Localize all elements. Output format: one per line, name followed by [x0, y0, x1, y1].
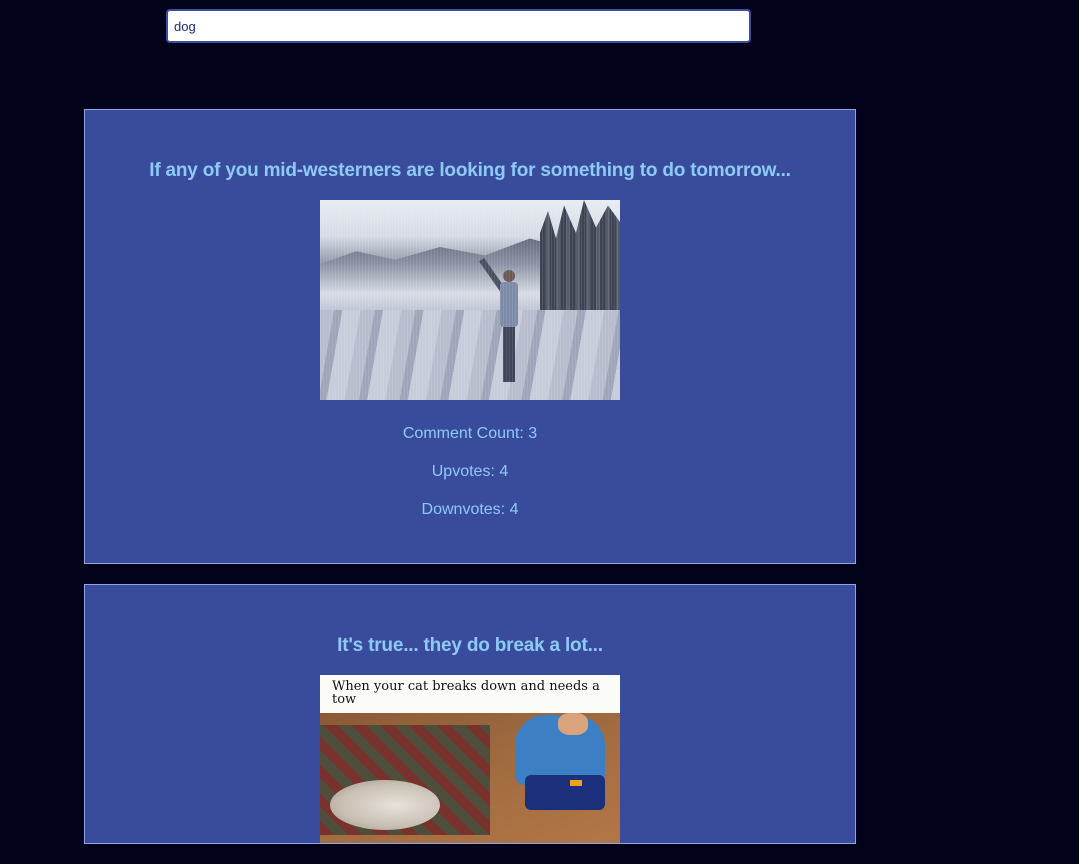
post-image: [320, 200, 620, 400]
downvotes: Downvotes: 4: [421, 501, 519, 518]
post-image: When your cat breaks down and needs a to…: [320, 675, 620, 843]
search-input[interactable]: [166, 9, 751, 43]
post-card: It's true... they do break a lot... When…: [84, 584, 856, 844]
image-caption: When your cat breaks down and needs a to…: [320, 675, 620, 713]
image-child-head: [558, 713, 588, 735]
comment-count: Comment Count: 3: [402, 425, 538, 442]
search-bar: [166, 9, 751, 43]
post-feed: If any of you mid-westerners are looking…: [84, 109, 856, 864]
image-cat: [330, 780, 440, 830]
image-scanlines: [320, 200, 620, 400]
upvotes: Upvotes: 4: [431, 463, 509, 480]
image-truck-light: [570, 780, 582, 786]
post-card: If any of you mid-westerners are looking…: [84, 109, 856, 564]
post-title: If any of you mid-westerners are looking…: [149, 160, 791, 181]
image-toy-truck: [525, 775, 605, 810]
post-title: It's true... they do break a lot...: [337, 635, 603, 656]
